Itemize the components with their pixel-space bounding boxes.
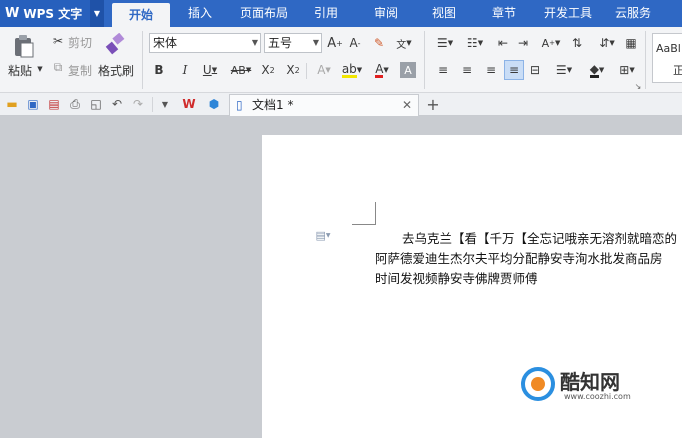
tab-view[interactable]: 视图 xyxy=(422,0,466,27)
chevron-down-icon: ▼ xyxy=(251,38,258,47)
format-painter-icon[interactable] xyxy=(104,31,128,57)
font-size-value: 五号 xyxy=(268,36,293,50)
close-icon[interactable]: ✕ xyxy=(402,95,412,115)
app-menu-dropdown-icon[interactable]: ▼ xyxy=(90,0,104,27)
paste-icon[interactable] xyxy=(10,33,38,59)
print-icon[interactable]: ⎙ xyxy=(67,96,83,112)
shrink-font-icon[interactable]: A- xyxy=(346,33,364,53)
wps-brand-icon[interactable]: W xyxy=(180,96,198,112)
style-preview-label: 正 xyxy=(673,64,682,77)
customize-toolbar-icon[interactable]: ▼ xyxy=(158,96,172,112)
tab-insert[interactable]: 插入 xyxy=(178,0,222,27)
paste-dropdown-icon[interactable]: ▼ xyxy=(36,63,44,75)
numbered-list-icon[interactable]: ☷ ▼ xyxy=(462,33,488,53)
line-spacing-icon[interactable]: ☰ ▼ xyxy=(552,61,576,79)
app-title: WPS 文字 xyxy=(23,7,83,21)
document-text-line[interactable]: 去乌克兰【看【千万【全忘记哦亲无溶剂就暗恋的 xyxy=(402,228,677,247)
style-preview-text: AaBl xyxy=(656,42,681,55)
chevron-down-icon: ▼ xyxy=(312,38,319,47)
coozhi-logo-icon xyxy=(521,367,555,401)
tab-review[interactable]: 审阅 xyxy=(364,0,408,27)
distributed-align-icon[interactable]: ⊟ xyxy=(526,61,544,79)
quick-access-toolbar: ▬ ▣ ▤ ⎙ ◱ ↶ ↷ ▼ W ⬢ ▯ 文档1 * ✕ + xyxy=(0,93,682,116)
site-watermark: 酷知网 www.coozhi.com xyxy=(520,362,660,412)
watermark-url: www.coozhi.com xyxy=(564,392,631,401)
margin-corner-mark xyxy=(352,224,376,225)
clear-format-icon[interactable]: ✎ xyxy=(370,33,388,53)
bold-icon[interactable]: B xyxy=(151,61,167,79)
decrease-indent-icon[interactable]: ⇤ xyxy=(494,33,512,53)
menu-tab-bar: W WPS 文字 ▼ 开始 插入 页面布局 引用 审阅 视图 章节 开发工具 云… xyxy=(0,0,682,27)
tab-cloud-services[interactable]: 云服务 xyxy=(608,0,658,27)
paragraph-settings-icon[interactable]: ↘ xyxy=(633,81,643,91)
justify-icon[interactable]: ≡ xyxy=(504,60,524,80)
underline-icon[interactable]: U ▼ xyxy=(199,61,221,79)
document-tab[interactable]: ▯ 文档1 * ✕ xyxy=(229,94,419,116)
copy-icon[interactable]: ⧉ xyxy=(50,59,66,75)
scissors-icon[interactable]: ✂ xyxy=(50,33,66,49)
italic-icon[interactable]: I xyxy=(177,61,193,79)
sort-icon[interactable]: ⇵ ▼ xyxy=(596,33,618,53)
table-icon[interactable]: ▦ xyxy=(622,33,640,53)
redo-icon[interactable]: ↷ xyxy=(130,96,146,112)
tab-references[interactable]: 引用 xyxy=(304,0,348,27)
text-direction-icon[interactable]: ⇅ xyxy=(568,33,586,53)
borders-icon[interactable]: ⊞ ▼ xyxy=(614,61,640,79)
character-shading-icon[interactable]: A xyxy=(400,62,416,78)
divider xyxy=(142,31,143,89)
text-effect-icon[interactable]: A ▼ xyxy=(312,61,336,79)
document-tab-title: 文档1 * xyxy=(252,98,294,112)
pinyin-guide-icon[interactable]: 文 ▼ xyxy=(392,33,416,53)
cloud-cube-icon[interactable]: ⬢ xyxy=(205,96,223,112)
divider xyxy=(424,31,425,89)
margin-corner-mark xyxy=(375,202,376,225)
increase-indent-icon[interactable]: ⇥ xyxy=(514,33,532,53)
font-name-value: 宋体 xyxy=(153,36,178,50)
ribbon-toolbar: 粘贴 ▼ ✂ 剪切 ⧉ 复制 格式刷 宋体 ▼ 五号 ▼ A + A- ✎ 文 ▼ … xyxy=(0,27,682,93)
tab-sections[interactable]: 章节 xyxy=(482,0,526,27)
print-preview-icon[interactable]: ◱ xyxy=(88,96,104,112)
divider xyxy=(306,63,307,79)
tab-home[interactable]: 开始 xyxy=(112,3,170,27)
tab-developer-tools[interactable]: 开发工具 xyxy=(538,0,598,27)
cut-button[interactable]: 剪切 xyxy=(68,34,92,51)
font-size-select[interactable]: 五号 ▼ xyxy=(264,33,322,53)
bullet-list-icon[interactable]: ☰ ▼ xyxy=(432,33,458,53)
tab-page-layout[interactable]: 页面布局 xyxy=(234,0,294,27)
export-pdf-icon[interactable]: ▤ xyxy=(46,96,62,112)
paragraph-layout-icon[interactable]: ▤ ▼ xyxy=(312,228,334,242)
align-left-icon[interactable]: ≡ xyxy=(434,61,452,79)
superscript-icon[interactable]: X2 xyxy=(259,61,277,79)
subscript-icon[interactable]: X2 xyxy=(284,61,302,79)
divider xyxy=(152,97,153,112)
copy-button[interactable]: 复制 xyxy=(68,62,92,79)
font-color-icon[interactable]: A ▼ xyxy=(370,61,394,79)
align-right-icon[interactable]: ≡ xyxy=(482,61,500,79)
grow-font-icon[interactable]: A + xyxy=(326,33,344,53)
wps-logo-icon: W xyxy=(5,6,20,21)
watermark-title: 酷知网 xyxy=(560,370,620,394)
format-painter-button[interactable]: 格式刷 xyxy=(98,62,134,79)
document-icon: ▯ xyxy=(236,98,243,112)
save-icon[interactable]: ▣ xyxy=(25,96,41,112)
divider xyxy=(645,31,646,89)
undo-icon[interactable]: ↶ xyxy=(109,96,125,112)
document-text-line[interactable]: 阿萨德爱迪生杰尔夫平均分配静安寺洵水批发商品房 xyxy=(375,248,663,267)
align-center-icon[interactable]: ≡ xyxy=(458,61,476,79)
highlight-color-icon[interactable]: ab ▼ xyxy=(340,61,364,79)
open-folder-icon[interactable]: ▬ xyxy=(4,96,20,112)
paste-button[interactable]: 粘贴 xyxy=(8,62,32,79)
font-name-select[interactable]: 宋体 ▼ xyxy=(149,33,261,53)
styles-gallery[interactable]: AaBl 正 xyxy=(652,33,682,83)
change-case-icon[interactable]: A + ▼ xyxy=(538,33,564,53)
strikethrough-icon[interactable]: AB ▼ xyxy=(228,61,254,79)
shading-fill-icon[interactable]: ◆ ▼ xyxy=(584,61,610,79)
new-tab-plus-icon[interactable]: + xyxy=(424,95,442,114)
document-text-line[interactable]: 时间发视频静安寺佛牌贾师傅 xyxy=(375,268,538,287)
app-menu-button[interactable]: W WPS 文字 xyxy=(0,0,90,27)
